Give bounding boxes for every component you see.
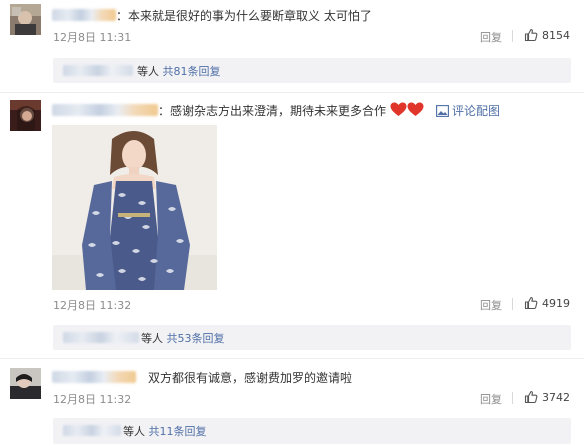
thumbs-up-icon bbox=[524, 390, 538, 404]
reply-thread-suffix: 等人 bbox=[137, 65, 159, 78]
avatar[interactable] bbox=[10, 4, 41, 35]
view-replies-link[interactable]: 共81条回复 bbox=[163, 65, 221, 78]
like-count: 4919 bbox=[542, 296, 570, 310]
view-replies-link[interactable]: 共11条回复 bbox=[149, 425, 207, 438]
comment-date: 12月8日 11:32 bbox=[53, 299, 132, 312]
comment-separator bbox=[0, 358, 584, 359]
username-blurred[interactable] bbox=[52, 9, 116, 21]
reply-button[interactable]: 回复 bbox=[480, 297, 502, 313]
replier-names-blurred bbox=[63, 332, 139, 343]
like-button[interactable]: 3742 bbox=[524, 390, 570, 404]
view-replies-link[interactable]: 共53条回复 bbox=[167, 332, 225, 345]
comment-date: 12月8日 11:32 bbox=[53, 393, 132, 406]
username-blurred[interactable] bbox=[52, 371, 136, 383]
comment-text: 双方都很有诚意，感谢费加罗的邀请啦 bbox=[148, 371, 353, 385]
heart-icon bbox=[407, 102, 424, 116]
heart-icon bbox=[390, 102, 407, 116]
replier-names-blurred bbox=[63, 65, 133, 76]
replier-names-blurred bbox=[63, 425, 121, 436]
username-blurred[interactable] bbox=[52, 104, 158, 116]
thumbs-up-icon bbox=[524, 296, 538, 310]
comment-separator bbox=[0, 92, 584, 93]
like-count: 8154 bbox=[542, 28, 570, 42]
comment-text: ：感谢杂志方出来澄清，期待未来更多合作 bbox=[158, 104, 387, 118]
like-button[interactable]: 8154 bbox=[524, 28, 570, 42]
reply-thread-bar[interactable]: 等人 共11条回复 bbox=[53, 418, 571, 444]
divider bbox=[512, 392, 513, 404]
reply-thread-suffix: 等人 bbox=[141, 332, 163, 345]
reply-thread-bar[interactable]: 等人 共81条回复 bbox=[53, 58, 571, 83]
divider bbox=[512, 30, 513, 42]
comment-date: 12月8日 11:31 bbox=[53, 31, 132, 44]
comment-text: ：本来就是很好的事为什么要断章取义 太可怕了 bbox=[116, 9, 372, 23]
image-icon bbox=[436, 104, 449, 117]
thumbs-up-icon bbox=[524, 28, 538, 42]
like-button[interactable]: 4919 bbox=[524, 296, 570, 310]
reply-thread-suffix: 等人 bbox=[123, 425, 145, 438]
reply-button[interactable]: 回复 bbox=[480, 29, 502, 45]
divider bbox=[512, 298, 513, 310]
view-image-link[interactable]: 评论配图 bbox=[436, 102, 500, 119]
like-count: 3742 bbox=[542, 390, 570, 404]
reply-thread-bar[interactable]: 等人 共53条回复 bbox=[53, 325, 571, 350]
view-image-label: 评论配图 bbox=[452, 104, 501, 118]
reply-button[interactable]: 回复 bbox=[480, 391, 502, 407]
avatar[interactable] bbox=[10, 100, 41, 131]
comment-attached-image[interactable] bbox=[52, 125, 217, 290]
avatar[interactable] bbox=[10, 368, 41, 399]
